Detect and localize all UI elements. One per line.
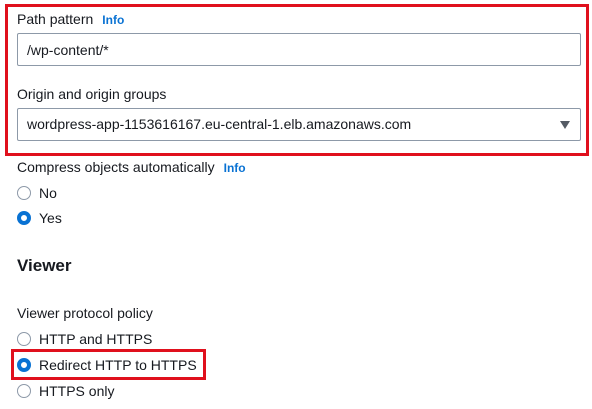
- compress-option-no-label: No: [39, 185, 57, 201]
- viewer-option-http-and-https[interactable]: HTTP and HTTPS: [17, 330, 152, 348]
- origin-select-value: wordpress-app-1153616167.eu-central-1.el…: [27, 116, 412, 132]
- viewer-option-redirect-label: Redirect HTTP to HTTPS: [39, 357, 197, 373]
- caret-down-icon: [560, 121, 570, 129]
- compress-label: Compress objects automatically Info: [17, 159, 246, 175]
- path-pattern-label: Path pattern Info: [17, 11, 125, 27]
- viewer-option-https-only[interactable]: HTTPS only: [17, 382, 114, 400]
- radio-checked-icon[interactable]: [17, 358, 31, 372]
- radio-unchecked-icon[interactable]: [17, 186, 31, 200]
- path-pattern-info-link[interactable]: Info: [102, 13, 124, 27]
- viewer-heading: Viewer: [17, 256, 72, 275]
- compress-option-no[interactable]: No: [17, 184, 57, 202]
- radio-checked-icon[interactable]: [17, 211, 31, 225]
- compress-info-link[interactable]: Info: [224, 161, 246, 175]
- viewer-option-http-and-https-label: HTTP and HTTPS: [39, 331, 153, 347]
- origin-select[interactable]: wordpress-app-1153616167.eu-central-1.el…: [17, 108, 581, 141]
- viewer-option-https-only-label: HTTPS only: [39, 383, 115, 399]
- compress-option-yes[interactable]: Yes: [17, 209, 62, 227]
- viewer-option-redirect[interactable]: Redirect HTTP to HTTPS: [17, 356, 197, 374]
- radio-unchecked-icon[interactable]: [17, 384, 31, 398]
- path-pattern-input[interactable]: [17, 33, 581, 66]
- compress-option-yes-label: Yes: [39, 210, 62, 226]
- viewer-protocol-label: Viewer protocol policy: [17, 305, 153, 321]
- origin-label: Origin and origin groups: [17, 86, 167, 102]
- radio-unchecked-icon[interactable]: [17, 332, 31, 346]
